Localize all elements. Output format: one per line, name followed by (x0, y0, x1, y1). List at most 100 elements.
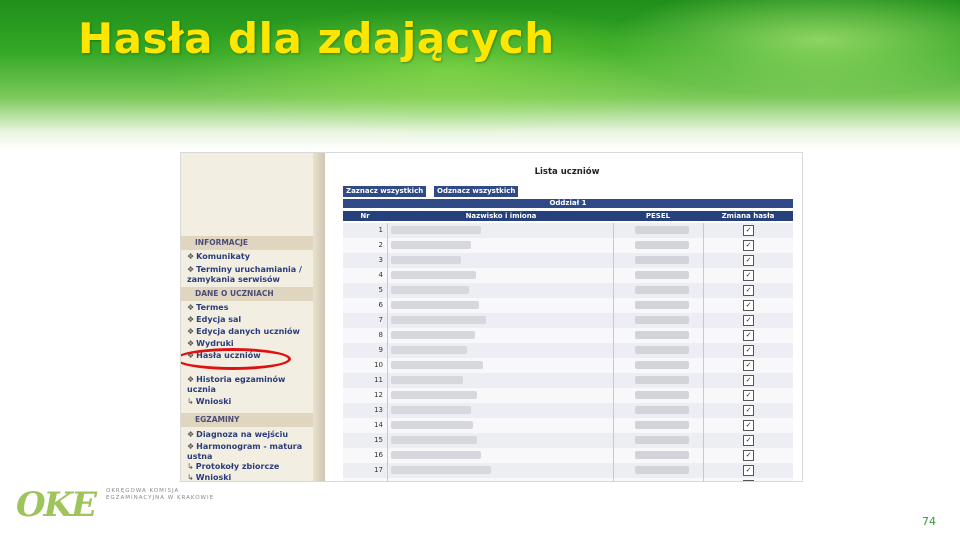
sidebar-item-label: Historia egzaminów ucznia (187, 375, 286, 394)
arrow-icon: ❖ (187, 315, 195, 324)
sidebar-item-wnioski-2[interactable]: ↳ Wnioski (187, 473, 311, 481)
slide-title: Hasła dla zdających (78, 14, 555, 63)
blurred-pesel (635, 406, 689, 414)
sidebar-item-historia[interactable]: ❖ Historia egzaminów ucznia (187, 375, 311, 395)
arrow-icon: ❖ (187, 252, 195, 261)
blurred-pesel (635, 331, 689, 339)
page-number: 74 (922, 515, 936, 528)
change-password-checkbox[interactable]: ✓ (743, 270, 754, 281)
row-number: 6 (378, 301, 383, 309)
change-password-checkbox[interactable]: ✓ (743, 375, 754, 386)
blurred-name (391, 406, 471, 414)
blurred-pesel (635, 226, 689, 234)
col-nr: Nr (360, 212, 370, 220)
logo-mark: OKE (16, 485, 97, 525)
row-number: 2 (378, 241, 383, 249)
sidebar-item-harmonogram[interactable]: ❖ Harmonogram - matura ustna (187, 442, 311, 462)
change-password-checkbox[interactable]: ✓ (743, 240, 754, 251)
table-header: Nr Nazwisko i imiona PESEL Zmiana hasła (343, 211, 793, 221)
highlight-ellipse (181, 348, 291, 370)
list-title: Lista uczniów (534, 167, 600, 177)
row-number: 12 (374, 391, 383, 399)
sidebar-item-diagnoza[interactable]: ❖ Diagnoza na wejściu (187, 430, 311, 440)
table-row: 12 ✓ (343, 388, 793, 403)
row-number: 5 (378, 286, 383, 294)
change-password-checkbox[interactable]: ✓ (743, 405, 754, 416)
sidebar-item-komunikaty[interactable]: ❖ Komunikaty (187, 252, 311, 262)
blurred-name (391, 361, 483, 369)
change-password-checkbox[interactable]: ✓ (743, 360, 754, 371)
arrow-icon: ❖ (187, 265, 195, 274)
table-row: 3 ✓ (343, 253, 793, 268)
table-row: 8 ✓ (343, 328, 793, 343)
change-password-checkbox[interactable]: ✓ (743, 390, 754, 401)
row-number: 4 (378, 271, 383, 279)
blurred-pesel (635, 451, 689, 459)
change-password-checkbox[interactable]: ✓ (743, 480, 754, 481)
sidebar-item-edycja-sal[interactable]: ❖ Edycja sal (187, 315, 311, 325)
table-row: 14 ✓ (343, 418, 793, 433)
table-row: 9 ✓ (343, 343, 793, 358)
blurred-name (391, 436, 477, 444)
blurred-pesel (635, 391, 689, 399)
sidebar-item-terminy[interactable]: ❖ Terminy uruchamiania / zamykania serwis… (187, 265, 311, 285)
row-number: 7 (378, 316, 383, 324)
row-number: 10 (374, 361, 383, 369)
sidebar-item-edycja-danych[interactable]: ❖ Edycja danych uczniów (187, 327, 311, 337)
table-row: 7 ✓ (343, 313, 793, 328)
change-password-checkbox[interactable]: ✓ (743, 450, 754, 461)
change-password-checkbox[interactable]: ✓ (743, 285, 754, 296)
blurred-name (391, 451, 481, 459)
table-row: 11 ✓ (343, 373, 793, 388)
change-password-checkbox[interactable]: ✓ (743, 435, 754, 446)
sidebar: INFORMACJE ❖ Komunikaty ❖ Terminy uruchami… (181, 153, 313, 481)
blurred-name (391, 391, 477, 399)
table-row: 10 ✓ (343, 358, 793, 373)
arrow-icon: ❖ (187, 339, 195, 348)
change-password-checkbox[interactable]: ✓ (743, 420, 754, 431)
change-password-checkbox[interactable]: ✓ (743, 300, 754, 311)
change-password-checkbox[interactable]: ✓ (743, 315, 754, 326)
divider (613, 223, 614, 481)
sidebar-section-informacje: INFORMACJE (181, 236, 313, 250)
row-number: 17 (374, 466, 383, 474)
arrow-icon: ❖ (187, 442, 195, 451)
logo-text: OKRĘGOWA KOMISJA EGZAMINACYJNA W KRAKOWI… (106, 488, 215, 501)
blurred-pesel (635, 301, 689, 309)
sidebar-section-dane: DANE O UCZNIACH (181, 287, 313, 301)
blurred-pesel (635, 256, 689, 264)
sidebar-section-egzaminy: EGZAMINY (181, 413, 313, 427)
blurred-name (391, 256, 461, 264)
change-password-checkbox[interactable]: ✓ (743, 345, 754, 356)
oke-logo: OKE OKRĘGOWA KOMISJA EGZAMINACYJNA W KRA… (16, 486, 216, 526)
col-pesel: PESEL (645, 212, 671, 220)
change-password-checkbox[interactable]: ✓ (743, 255, 754, 266)
arrow-icon: ❖ (187, 303, 195, 312)
blurred-pesel (635, 436, 689, 444)
group-header: Oddział 1 (343, 199, 793, 208)
arrow-icon: ❖ (187, 327, 195, 336)
sidebar-item-label: Edycja sal (196, 315, 242, 324)
blurred-pesel (635, 376, 689, 384)
change-password-checkbox[interactable]: ✓ (743, 330, 754, 341)
deselect-all-button[interactable]: Odznacz wszystkich (434, 186, 519, 197)
sidebar-item-label: Diagnoza na wejściu (196, 430, 289, 439)
blurred-name (391, 376, 463, 384)
sidebar-item-label: Komunikaty (196, 252, 250, 261)
sidebar-item-label: Wnioski (195, 397, 232, 406)
change-password-checkbox[interactable]: ✓ (743, 225, 754, 236)
row-number: 8 (378, 331, 383, 339)
change-password-checkbox[interactable]: ✓ (743, 465, 754, 476)
sidebar-item-label: Terminy uruchamiania / zamykania serwisó… (187, 265, 302, 284)
sidebar-item-wnioski-1[interactable]: ↳ Wnioski (187, 397, 311, 407)
blurred-name (391, 241, 471, 249)
sidebar-item-label: Termes (196, 303, 229, 312)
blurred-name (391, 421, 473, 429)
sidebar-item-protokoly[interactable]: ↳ Protokoły zbiorcze (187, 462, 311, 472)
table-row: 18 ✓ (343, 478, 793, 481)
select-all-button[interactable]: Zaznacz wszystkich (343, 186, 427, 197)
sidebar-item-termes[interactable]: ❖ Termes (187, 303, 311, 313)
table-row: 5 ✓ (343, 283, 793, 298)
table-row: 1 ✓ (343, 223, 793, 238)
divider (703, 223, 704, 481)
